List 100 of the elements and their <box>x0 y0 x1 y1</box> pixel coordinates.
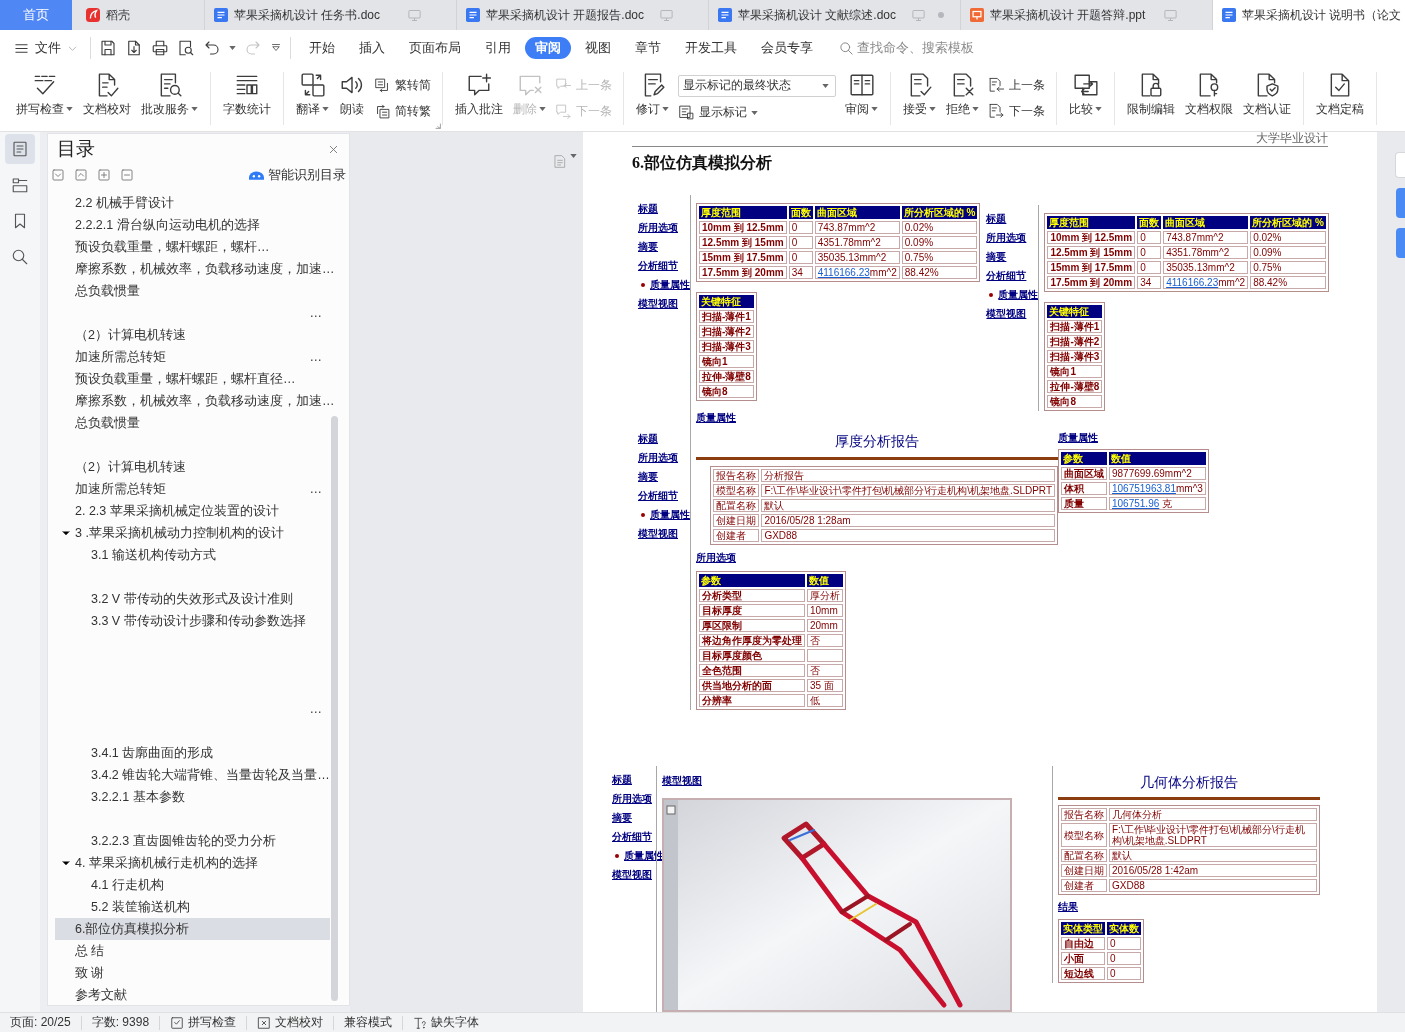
toolbar-button[interactable]: 翻译 <box>291 72 334 125</box>
outline-item[interactable]: 3 .苹果采摘机械动力控制机构的设计 <box>55 522 330 544</box>
outline-item[interactable]: （2）计算电机转速 <box>55 324 330 346</box>
outline-item[interactable]: 参考文献 <box>55 984 330 1005</box>
nav-link[interactable]: 模型视图 <box>612 869 652 880</box>
toolbar-button[interactable]: 文档认证 <box>1238 72 1296 125</box>
nav-link[interactable]: 标题 <box>612 774 632 785</box>
markup-dropdown[interactable]: 显示标记的最终状态 <box>678 74 836 97</box>
status-button[interactable]: 文档校对 <box>246 1015 334 1030</box>
smart-toc-button[interactable]: 智能识别目录 <box>249 166 346 184</box>
toolbar-button[interactable]: 繁转简 <box>374 75 431 96</box>
nav-link[interactable]: 分析细节 <box>638 490 678 501</box>
value-link[interactable]: 4116166.23 <box>1166 277 1219 288</box>
nav-link[interactable]: 所用选项 <box>638 222 678 233</box>
section-link[interactable]: 质量属性 <box>696 411 736 425</box>
outline-item[interactable]: 3.2.2.3 直齿圆锥齿轮的受力分析 <box>55 830 330 852</box>
section-link[interactable]: 结果 <box>1058 900 1078 914</box>
toolbar-button[interactable]: 字数统计 <box>218 72 276 125</box>
toolbar-button[interactable]: 文档权限 <box>1180 72 1238 125</box>
nav-link[interactable]: 所用选项 <box>986 232 1027 243</box>
menu-tab[interactable]: 章节 <box>625 37 671 59</box>
toolbar-button[interactable]: 上一条 <box>988 75 1045 96</box>
value-link[interactable]: 106751.96 <box>1112 498 1160 509</box>
outline-item[interactable]: 5.2 装筐输送机构 <box>55 896 330 918</box>
document-export-icon[interactable] <box>125 39 143 57</box>
menu-tab[interactable]: 审阅 <box>525 37 571 59</box>
toolbar-button[interactable]: 接受 <box>898 72 941 125</box>
expand-icon[interactable] <box>75 169 87 181</box>
nav-link[interactable]: 质量属性 <box>650 279 690 290</box>
outline-item[interactable]: 预设负载重量，螺杆螺距，螺杆… <box>55 236 330 258</box>
print-icon[interactable] <box>151 39 169 57</box>
undo-icon[interactable] <box>203 39 221 57</box>
toolbar-button[interactable]: 插入批注 <box>450 72 508 125</box>
menu-tab[interactable]: 视图 <box>575 37 621 59</box>
menu-tab[interactable]: 开始 <box>299 37 345 59</box>
nav-link[interactable]: 摘要 <box>638 241 658 252</box>
outline-item[interactable]: 总 结 <box>55 940 330 962</box>
outline-item[interactable]: … <box>55 302 330 324</box>
outline-item[interactable]: 2.2 机械手臂设计 <box>55 192 330 214</box>
outline-item[interactable]: （2）计算电机转速 <box>55 456 330 478</box>
document-tab[interactable]: 苹果采摘机设计 说明书（论文 <box>1213 0 1405 30</box>
toolbar-button[interactable]: 审阅 <box>840 72 883 125</box>
search-field[interactable]: 查找命令、搜索模板 <box>839 40 983 56</box>
outline-item[interactable]: 致 谢 <box>55 962 330 984</box>
customize-icon[interactable] <box>270 42 282 54</box>
nav-link[interactable]: 质量属性 <box>998 289 1039 300</box>
outline-item[interactable]: 总负载惯量 <box>55 280 330 302</box>
nav-link[interactable]: 分析细节 <box>612 831 652 842</box>
collapse-icon[interactable] <box>52 169 64 181</box>
toolbar-button[interactable]: 拼写检查 <box>11 72 78 125</box>
value-link[interactable]: 106751963.81 <box>1112 483 1176 494</box>
outline-item[interactable]: 3.2.2.1 基本参数 <box>55 786 330 808</box>
outline-item[interactable]: 总负载惯量 <box>55 412 330 434</box>
file-menu-button[interactable]: 文件 <box>10 36 82 60</box>
nav-link[interactable]: 所用选项 <box>638 452 678 463</box>
nav-link[interactable]: 模型视图 <box>638 528 678 539</box>
nav-link[interactable]: 标题 <box>638 203 658 214</box>
status-button[interactable]: 拼写检查 <box>159 1015 247 1030</box>
scrollbar-thumb[interactable] <box>331 416 338 1001</box>
outline-item[interactable]: 3.3 V 带传动设计步骤和传动参数选择 <box>55 610 330 632</box>
toolbar-button[interactable]: 批改服务 <box>136 72 203 125</box>
toolbar-button[interactable]: 显示标记 <box>678 102 836 123</box>
outline-item[interactable]: 2. 2.3 苹果采摘机械定位装置的设计 <box>55 500 330 522</box>
toolbar-button[interactable]: 朗读 <box>334 72 370 125</box>
nav-link[interactable]: 分析细节 <box>986 270 1027 281</box>
nav-link[interactable]: 分析细节 <box>638 260 678 271</box>
toolbar-button[interactable]: 比较 <box>1064 72 1107 125</box>
outline-item[interactable]: 加速所需总转矩 … <box>55 346 330 368</box>
menu-tab[interactable]: 插入 <box>349 37 395 59</box>
menu-tab[interactable]: 引用 <box>475 37 521 59</box>
outline-item[interactable]: 预设负载重量，螺杆螺距，螺杆直径… <box>55 368 330 390</box>
toolbar-button[interactable]: 简转繁 <box>374 101 431 122</box>
nav-link[interactable]: 模型视图 <box>986 308 1027 319</box>
print-preview-icon[interactable] <box>177 39 195 57</box>
outline-item[interactable]: 4. 苹果采摘机械行走机构的选择 <box>55 852 330 874</box>
toolbar-button[interactable]: 下一条 <box>988 101 1045 122</box>
nav-link[interactable]: 摘要 <box>612 812 632 823</box>
nav-link[interactable]: 所用选项 <box>612 793 652 804</box>
section-link[interactable]: 质量属性 <box>1058 431 1098 445</box>
nav-link[interactable]: 质量属性 <box>650 509 690 520</box>
dialog-launcher-icon[interactable] <box>435 123 441 129</box>
toolbar-button[interactable]: 修订 <box>631 72 674 125</box>
toolbar-button[interactable]: 拒绝 <box>941 72 984 125</box>
minus-icon[interactable] <box>121 169 133 181</box>
save-icon[interactable] <box>99 39 117 57</box>
menu-tab[interactable]: 开发工具 <box>675 37 747 59</box>
toolbar-button[interactable]: 限制编辑 <box>1122 72 1180 125</box>
outline-item[interactable]: 4.1 行走机构 <box>55 874 330 896</box>
close-icon[interactable] <box>328 143 339 155</box>
nav-link[interactable]: 模型视图 <box>638 298 678 309</box>
nav-link[interactable]: 摘要 <box>986 251 1007 262</box>
value-link[interactable]: 4116166.23 <box>817 267 870 278</box>
outline-item[interactable]: 6.部位仿真模拟分析 <box>55 918 330 940</box>
menu-tab[interactable]: 页面布局 <box>399 37 471 59</box>
toolbar-button[interactable]: 文档定稿 <box>1311 72 1369 125</box>
toolbar-button[interactable]: 文档校对 <box>78 72 136 125</box>
nav-link[interactable]: 摘要 <box>638 471 658 482</box>
outline-item[interactable]: 3.2 V 带传动的失效形式及设计准则 <box>55 588 330 610</box>
outline-item[interactable]: 3.4.1 齿廓曲面的形成 <box>55 742 330 764</box>
nav-link[interactable]: 标题 <box>986 213 1007 224</box>
